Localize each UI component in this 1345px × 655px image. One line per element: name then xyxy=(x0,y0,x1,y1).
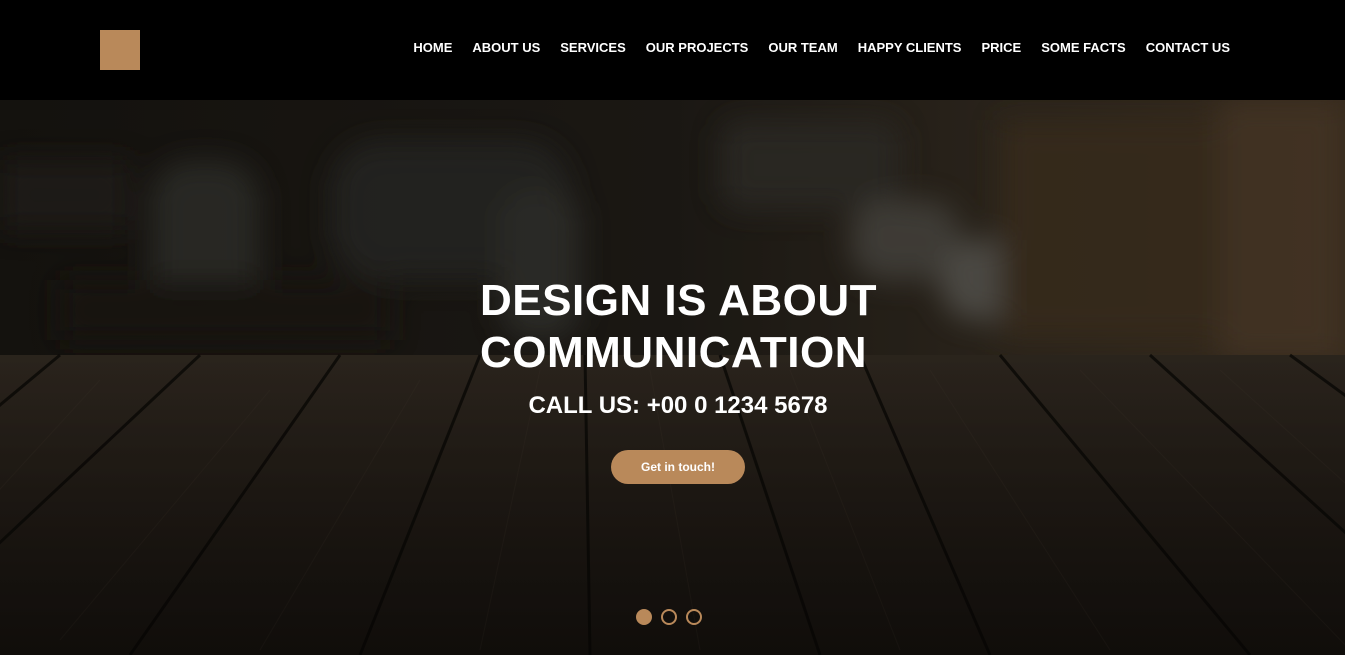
hero-slider: DESIGN IS ABOUT COMMUNICATION CALL US: +… xyxy=(0,100,1345,655)
slider-dot-1[interactable] xyxy=(636,609,652,625)
header: HOME ABOUT US SERVICES OUR PROJECTS OUR … xyxy=(0,0,1345,100)
hero-headline-line1: DESIGN IS ABOUT xyxy=(480,276,878,325)
nav-our-team[interactable]: OUR TEAM xyxy=(768,40,837,55)
get-in-touch-button[interactable]: Get in touch! xyxy=(611,450,745,484)
nav-our-projects[interactable]: OUR PROJECTS xyxy=(646,40,749,55)
square-logo-icon[interactable] xyxy=(100,30,140,70)
main-nav: HOME ABOUT US SERVICES OUR PROJECTS OUR … xyxy=(393,40,1230,55)
nav-about-us[interactable]: ABOUT US xyxy=(472,40,540,55)
hero-phone: CALL US: +00 0 1234 5678 xyxy=(528,392,828,419)
nav-contact-us[interactable]: CONTACT US xyxy=(1146,40,1230,55)
nav-price[interactable]: PRICE xyxy=(981,40,1021,55)
nav-some-facts[interactable]: SOME FACTS xyxy=(1041,40,1126,55)
slider-pagination xyxy=(636,609,711,625)
hero-headline-line2: COMMUNICATION xyxy=(480,328,867,377)
nav-happy-clients[interactable]: HAPPY CLIENTS xyxy=(858,40,962,55)
hero-headline: DESIGN IS ABOUT COMMUNICATION xyxy=(480,275,900,379)
nav-services[interactable]: SERVICES xyxy=(560,40,626,55)
slider-dot-2[interactable] xyxy=(661,609,677,625)
slider-dot-3[interactable] xyxy=(686,609,702,625)
nav-home[interactable]: HOME xyxy=(413,40,452,55)
